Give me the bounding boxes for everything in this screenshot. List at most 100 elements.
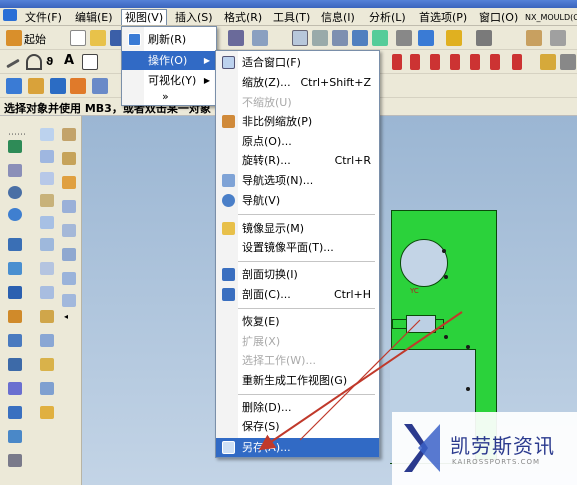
menu-origin[interactable]: 原点(O)... [216, 132, 379, 151]
menu-section[interactable]: 剖面(C)... Ctrl+H [216, 285, 379, 304]
palette-expand-icon[interactable]: ◂ [64, 312, 68, 321]
sweep-icon[interactable] [50, 78, 66, 94]
palette-assembly-icon[interactable] [8, 334, 22, 347]
menu-nonuniform-zoom[interactable]: 非比例缩放(P) [216, 112, 379, 131]
palette-pencil-icon[interactable] [40, 194, 54, 207]
menu-format[interactable]: 格式(R) [221, 10, 265, 26]
palette-tool-icon[interactable] [40, 406, 54, 419]
start-icon[interactable] [6, 30, 22, 46]
menu-edit[interactable]: 编辑(E) [72, 10, 116, 26]
palette-template-icon[interactable] [40, 334, 54, 347]
brush-icon[interactable] [228, 30, 244, 46]
menu-tools[interactable]: 工具(T) [270, 10, 313, 26]
palette-layer-icon[interactable] [40, 150, 54, 163]
zoom-window-icon[interactable] [332, 30, 348, 46]
extend-icon[interactable] [512, 54, 522, 70]
start-button[interactable]: 起始 [24, 31, 46, 47]
menu-set-mirror-plane[interactable]: 设置镜像平面(T)... [216, 238, 379, 257]
menu-window[interactable]: 窗口(O) [476, 10, 521, 26]
menu-info[interactable]: 信息(I) [318, 10, 358, 26]
transform-icon[interactable] [560, 54, 576, 70]
menu-fit-window[interactable]: 适合窗口(F) [216, 53, 379, 72]
menu-insert[interactable]: 插入(S) [172, 10, 216, 26]
palette-part-icon[interactable] [8, 164, 22, 177]
palette-folder-icon[interactable] [40, 358, 54, 371]
palette-tab-icon[interactable] [62, 248, 76, 261]
palette-mold-icon[interactable] [8, 430, 22, 443]
fillet-icon[interactable] [450, 54, 460, 70]
spline-icon[interactable]: ϑ [46, 55, 53, 68]
menu-mirror-display[interactable]: 镜像显示(M) [216, 219, 379, 238]
menu-expand-more[interactable]: » [122, 87, 216, 106]
menu-section-toggle[interactable]: 剖面切换(I) [216, 265, 379, 284]
menu-navigate[interactable]: 导航(V) [216, 191, 379, 210]
palette-cylinder-icon[interactable] [8, 286, 22, 299]
menu-zoom[interactable]: 缩放(Z)... Ctrl+Shift+Z [216, 73, 379, 92]
menu-refresh[interactable]: 刷新(R) [122, 30, 216, 49]
menu-analysis[interactable]: 分析(L) [366, 10, 409, 26]
rectangle-icon[interactable] [82, 54, 98, 70]
menu-nx-mould[interactable]: NX_MOULD(O) [522, 10, 577, 26]
palette-camera-icon[interactable] [40, 172, 54, 185]
menu-rotate[interactable]: 旋转(R)... Ctrl+R [216, 151, 379, 170]
palette-web-icon[interactable] [40, 262, 54, 275]
palette-drawing-icon[interactable] [8, 406, 22, 419]
palette-sphere-icon[interactable] [8, 186, 22, 199]
palette-doc-icon[interactable] [62, 294, 76, 307]
menu-preferences[interactable]: 首选项(P) [416, 10, 470, 26]
palette-sheet-icon[interactable] [40, 382, 54, 395]
move-icon[interactable] [540, 54, 556, 70]
menu-operation[interactable]: 操作(O) ▶ [122, 51, 216, 70]
palette-tree-b-icon[interactable] [62, 128, 76, 141]
palette-roles-icon[interactable] [40, 238, 54, 251]
palette-globe-icon[interactable] [8, 208, 22, 221]
palette-misc-icon[interactable] [8, 454, 22, 467]
arc-icon[interactable] [26, 54, 42, 70]
zoom-icon[interactable] [352, 30, 368, 46]
render-icon[interactable] [418, 30, 434, 46]
menu-restore[interactable]: 恢复(E) [216, 312, 379, 331]
palette-tree-icon[interactable] [8, 140, 22, 153]
palette-part-nav-icon[interactable] [62, 224, 76, 237]
palette-flag-icon[interactable] [62, 176, 76, 189]
menu-navigation-options[interactable]: 导航选项(N)... [216, 171, 379, 190]
menu-file[interactable]: 文件(F) [22, 10, 65, 26]
palette-material-icon[interactable] [40, 310, 54, 323]
curve-red-icon[interactable] [392, 54, 402, 70]
palette-book-icon[interactable] [8, 358, 22, 371]
palette-info-icon[interactable] [62, 272, 76, 285]
palette-view-icon[interactable] [40, 128, 54, 141]
cross-icon[interactable] [410, 54, 420, 70]
snap-view-icon[interactable] [396, 30, 412, 46]
palette-struct-icon[interactable] [62, 152, 76, 165]
select-icon[interactable] [252, 30, 268, 46]
palette-gear-icon[interactable] [8, 382, 22, 395]
view-box-icon[interactable] [312, 30, 328, 46]
open-folder-icon[interactable] [90, 30, 106, 46]
shade-icon[interactable] [446, 30, 462, 46]
menu-save-as[interactable]: 另存(A)... [216, 438, 379, 457]
text-icon[interactable]: A [64, 53, 74, 68]
revolve-icon[interactable] [28, 78, 44, 94]
extrude-icon[interactable] [6, 78, 22, 94]
menu-regenerate-work-view[interactable]: 重新生成工作视图(G) [216, 371, 379, 390]
hole-icon[interactable] [70, 78, 86, 94]
new-file-icon[interactable] [70, 30, 86, 46]
palette-library-icon[interactable] [40, 286, 54, 299]
menu-delete[interactable]: 删除(D)... [216, 398, 379, 417]
layer-icon[interactable] [476, 30, 492, 46]
trim-icon[interactable] [430, 54, 440, 70]
boss-icon[interactable] [92, 78, 108, 94]
rotate-icon[interactable] [372, 30, 388, 46]
view-fit-icon[interactable] [292, 30, 308, 46]
menu-save[interactable]: 保存(S) [216, 417, 379, 436]
palette-block-icon[interactable] [8, 238, 22, 251]
line-icon[interactable] [6, 58, 20, 69]
chamfer-icon[interactable] [490, 54, 500, 70]
palette-cube-icon[interactable] [8, 262, 22, 275]
palette-cone-icon[interactable] [8, 310, 22, 323]
offset-icon[interactable] [470, 54, 480, 70]
more-icon[interactable] [550, 30, 566, 46]
measure-icon[interactable] [526, 30, 542, 46]
palette-cad-icon[interactable] [62, 200, 76, 213]
